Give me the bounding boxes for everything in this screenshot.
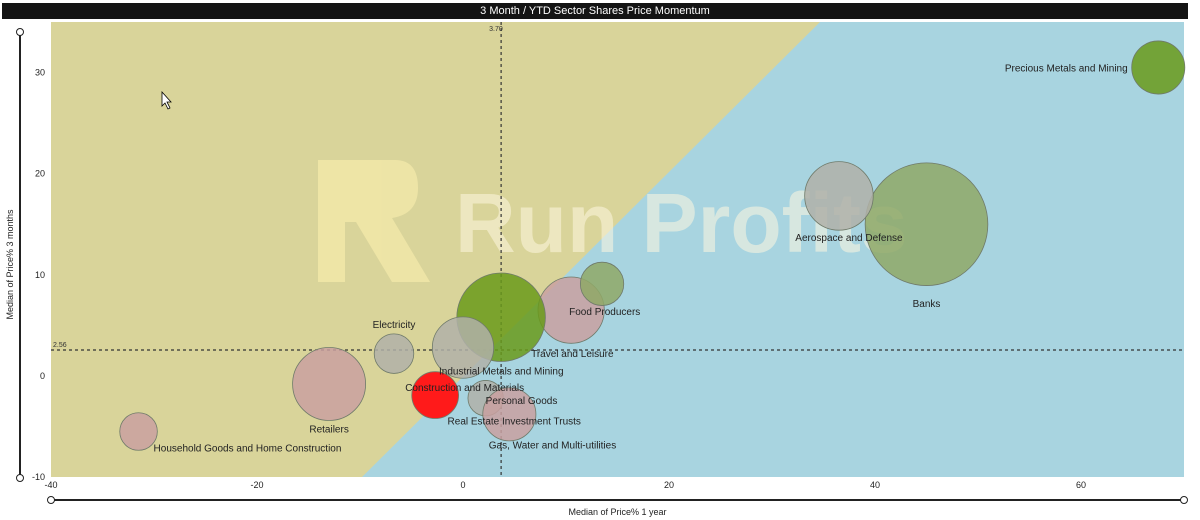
bubble-label: Personal Goods (486, 396, 558, 407)
bubble-precious-metals-and-mining (1131, 40, 1186, 95)
scatter-chart: Run Profits3.702.56Precious Metals and M… (5, 22, 1186, 517)
x-axis-ticks: -40 -20 0 20 40 60 (44, 480, 1086, 490)
bubble-label: Real Estate Investment Trusts (448, 416, 581, 427)
y-axis-zoom-slider-bottom-handle[interactable] (16, 474, 24, 482)
x-axis-zoom-slider-left-handle[interactable] (47, 496, 55, 504)
bubble-banks (864, 162, 989, 286)
bubble-electricity (373, 333, 415, 374)
y-reference-label: 2.56 (53, 342, 67, 349)
x-tick-label: -20 (250, 480, 263, 490)
bubble-label: Household Goods and Home Construction (154, 444, 342, 455)
x-axis-zoom-slider-right-handle[interactable] (1180, 496, 1188, 504)
y-axis-ticks: -10 0 10 20 30 (32, 68, 45, 482)
x-axis-zoom-slider-track[interactable] (51, 499, 1185, 501)
bubble-label: Aerospace and Defense (795, 233, 903, 244)
y-tick-label: 10 (35, 270, 45, 280)
x-tick-label: -40 (44, 480, 57, 490)
x-tick-label: 40 (870, 480, 880, 490)
y-tick-label: 20 (35, 169, 45, 179)
bubble-label: Gas, Water and Multi-utilities (489, 441, 616, 452)
chart-visual-container: 3 Month / YTD Sector Shares Price Moment… (0, 0, 1200, 520)
bubble-label: Food Producers (569, 307, 640, 318)
bubble-label: Construction and Materials (405, 383, 524, 394)
bubble-label: Industrial Metals and Mining (439, 367, 564, 378)
x-tick-label: 60 (1076, 480, 1086, 490)
x-tick-label: 0 (460, 480, 465, 490)
bubble-label: Travel and Leisure (531, 349, 614, 360)
bubble-label: Precious Metals and Mining (1005, 64, 1128, 75)
bubble-label: Electricity (373, 320, 416, 331)
y-axis-title: Median of Price% 3 months (5, 209, 15, 320)
bubble-retailers (292, 347, 367, 421)
bubble-household-goods-and-home-construction (119, 412, 158, 451)
x-reference-label: 3.70 (489, 26, 503, 33)
bubble-label: Retailers (309, 424, 348, 435)
y-tick-label: -10 (32, 472, 45, 482)
y-axis-zoom-slider-track[interactable] (19, 32, 21, 478)
bubble-unlabeled-4 (579, 261, 625, 306)
y-tick-label: 30 (35, 68, 45, 78)
bubble-label: Banks (913, 299, 941, 310)
x-tick-label: 20 (664, 480, 674, 490)
y-tick-label: 0 (40, 371, 45, 381)
bubble-aerospace-and-defense (804, 161, 874, 231)
x-axis-title: Median of Price% 1 year (568, 507, 666, 517)
bubble-construction-and-materials (411, 371, 460, 419)
y-axis-zoom-slider-top-handle[interactable] (16, 28, 24, 36)
